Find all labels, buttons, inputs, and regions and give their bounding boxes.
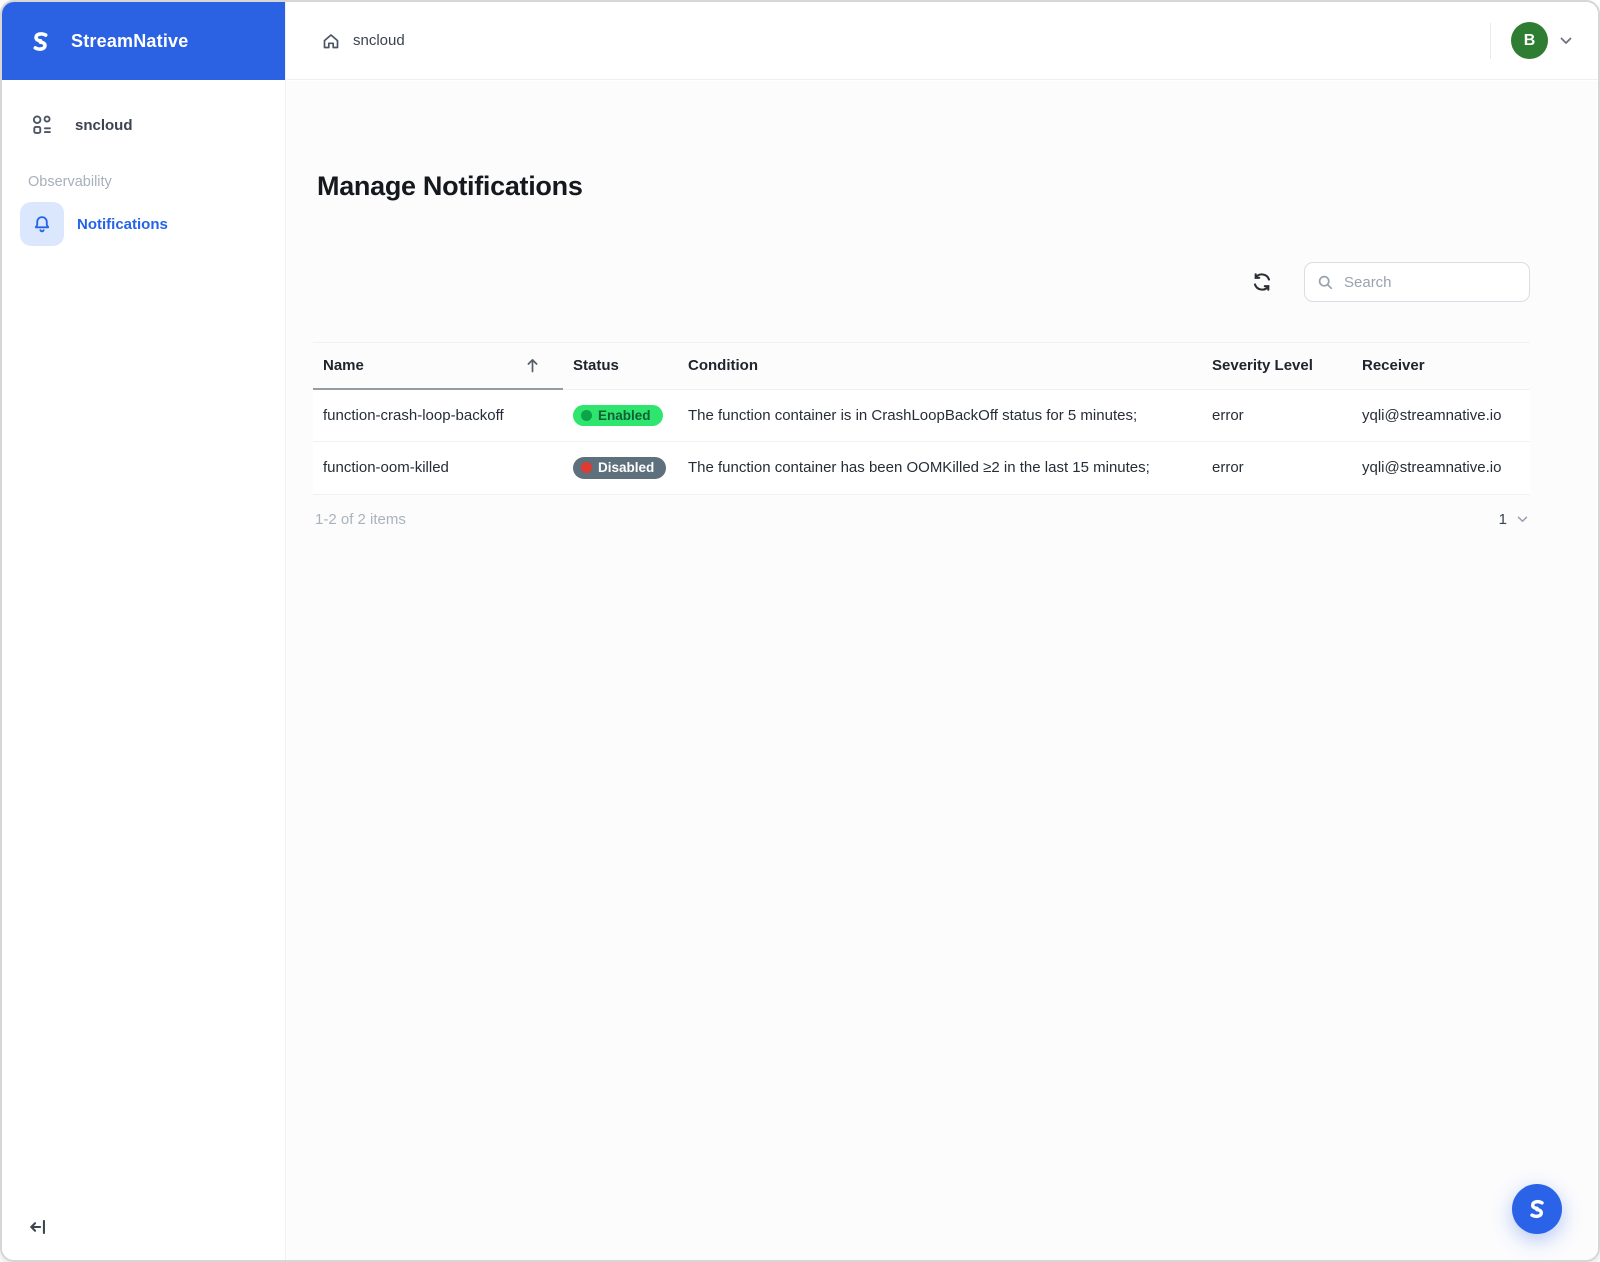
sidebar: StreamNative sncloud Observability Notif… [2, 2, 286, 1260]
cell-condition: The function container has been OOMKille… [678, 441, 1202, 495]
column-header-receiver[interactable]: Receiver [1352, 342, 1530, 390]
cell-name: function-oom-killed [313, 441, 563, 495]
bell-icon [20, 202, 64, 246]
brand-header[interactable]: StreamNative [2, 2, 285, 80]
avatar[interactable]: B [1511, 22, 1548, 59]
apps-grid-icon [31, 114, 53, 136]
table-row[interactable]: function-oom-killed Disabled The functio… [313, 441, 1530, 495]
refresh-icon [1253, 273, 1271, 291]
sidebar-item-sncloud[interactable]: sncloud [2, 104, 285, 146]
column-header-severity[interactable]: Severity Level [1202, 342, 1352, 390]
table-toolbar [313, 262, 1530, 302]
search-icon [1317, 274, 1334, 291]
topbar: sncloud B [287, 2, 1598, 80]
status-label: Enabled [598, 407, 651, 423]
app-window: StreamNative sncloud Observability Notif… [0, 0, 1600, 1262]
column-label: Name [323, 357, 364, 374]
chevron-down-icon [1517, 516, 1528, 523]
cell-status: Disabled [563, 441, 678, 495]
search-input[interactable] [1342, 272, 1517, 292]
table-row[interactable]: function-crash-loop-backoff Enabled The … [313, 389, 1530, 442]
cell-receiver: yqli@streamnative.io [1352, 441, 1530, 495]
sidebar-section-observability: Observability [28, 174, 112, 190]
status-badge: Enabled [573, 404, 663, 426]
column-header-name[interactable]: Name [313, 342, 563, 390]
cell-name: function-crash-loop-backoff [313, 389, 563, 442]
column-header-status[interactable]: Status [563, 342, 678, 390]
topbar-divider [1490, 22, 1491, 59]
pagination: 1-2 of 2 items 1 [313, 511, 1530, 528]
status-dot-icon [581, 462, 592, 474]
cell-condition: The function container is in CrashLoopBa… [678, 389, 1202, 442]
main-content: Manage Notifications Search Name Status … [287, 81, 1598, 1260]
sidebar-item-notifications[interactable]: Notifications [2, 196, 285, 252]
breadcrumb-label: sncloud [353, 32, 405, 49]
notifications-table: Name Status Condition Severity Level Rec… [313, 342, 1530, 528]
page-select[interactable]: 1 [1499, 511, 1528, 528]
account-menu: B [1490, 22, 1572, 59]
brand-name: StreamNative [71, 30, 189, 51]
status-label: Disabled [598, 460, 655, 475]
chevron-down-icon[interactable] [1560, 37, 1572, 45]
search-box[interactable] [1304, 262, 1530, 302]
support-fab-button[interactable] [1512, 1184, 1562, 1234]
sidebar-item-label: Notifications [77, 215, 168, 233]
column-header-condition[interactable]: Condition [678, 342, 1202, 390]
page-title: Manage Notifications [317, 171, 583, 201]
refresh-button[interactable] [1248, 268, 1276, 296]
sidebar-item-label: sncloud [75, 116, 133, 134]
cell-status: Enabled [563, 389, 678, 442]
home-icon [321, 31, 341, 51]
current-page: 1 [1498, 510, 1507, 528]
cell-severity: error [1202, 389, 1352, 442]
cell-severity: error [1202, 441, 1352, 495]
cell-receiver: yqli@streamnative.io [1352, 389, 1530, 442]
status-badge: Disabled [573, 457, 667, 479]
streamnative-logo-icon [27, 28, 54, 55]
breadcrumb[interactable]: sncloud [321, 31, 405, 51]
status-dot-icon [581, 409, 592, 421]
streamnative-logo-icon [1530, 1199, 1544, 1219]
sidebar-nav: sncloud Observability Notifications [2, 104, 285, 252]
collapse-arrow-icon [30, 1219, 45, 1235]
pagination-summary: 1-2 of 2 items [315, 510, 406, 528]
sort-ascending-icon [526, 358, 539, 373]
collapse-sidebar-button[interactable] [26, 1214, 52, 1240]
